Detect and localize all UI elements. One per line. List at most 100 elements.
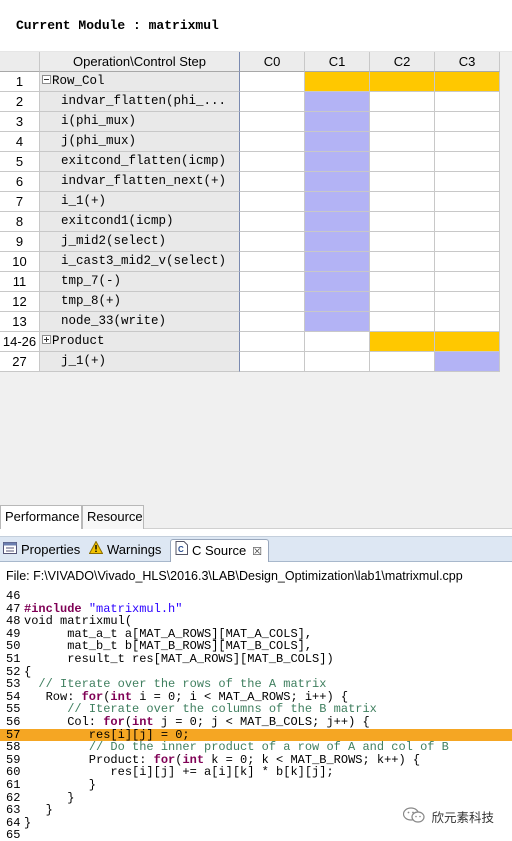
step-cell-c2[interactable] [370,132,435,152]
schedule-row[interactable]: 1 Row_Col [0,72,500,92]
schedule-row[interactable]: 5 exitcond_flatten(icmp) [0,152,500,172]
operation-cell[interactable]: exitcond1(icmp) [40,212,240,232]
step-cell-c2[interactable] [370,112,435,132]
step-cell-c3[interactable] [435,232,500,252]
operation-cell[interactable]: indvar_flatten_next(+) [40,172,240,192]
schedule-row[interactable]: 8 exitcond1(icmp) [0,212,500,232]
code-line[interactable]: 51 result_t res[MAT_A_ROWS][MAT_B_COLS]) [0,653,512,666]
step-cell-c2[interactable] [370,312,435,332]
code-line[interactable]: 48 void matrixmul( [0,615,512,628]
step-cell-c0[interactable] [240,312,305,332]
step-cell-c0[interactable] [240,232,305,252]
step-cell-c2[interactable] [370,252,435,272]
schedule-row[interactable]: 14-26 Product [0,332,500,352]
operation-cell[interactable]: node_33(write) [40,312,240,332]
step-cell-c3[interactable] [435,272,500,292]
step-cell-c1[interactable] [305,312,370,332]
operation-cell[interactable]: i(phi_mux) [40,112,240,132]
step-cell-c3[interactable] [435,132,500,152]
step-cell-c1[interactable] [305,72,370,92]
schedule-row[interactable]: 9 j_mid2(select) [0,232,500,252]
tab-resource[interactable]: Resource [82,505,144,529]
schedule-row[interactable]: 12 tmp_8(+) [0,292,500,312]
step-cell-c0[interactable] [240,192,305,212]
close-icon[interactable]: ☒ [252,546,262,558]
operation-cell[interactable]: exitcond_flatten(icmp) [40,152,240,172]
step-cell-c1[interactable] [305,172,370,192]
step-cell-c2[interactable] [370,72,435,92]
step-cell-c0[interactable] [240,152,305,172]
step-cell-c1[interactable] [305,212,370,232]
operation-cell[interactable]: i_1(+) [40,192,240,212]
code-line[interactable]: 53 // Iterate over the rows of the A mat… [0,678,512,691]
step-cell-c2[interactable] [370,332,435,352]
tab-performance[interactable]: Performance [0,505,82,529]
step-cell-c1[interactable] [305,232,370,252]
step-cell-c3[interactable] [435,112,500,132]
step-cell-c2[interactable] [370,172,435,192]
step-cell-c0[interactable] [240,272,305,292]
operation-cell[interactable]: tmp_8(+) [40,292,240,312]
code-line[interactable]: 62 } [0,791,512,805]
schedule-row[interactable]: 4 j(phi_mux) [0,132,500,152]
step-cell-c3[interactable] [435,192,500,212]
step-cell-c3[interactable] [435,92,500,112]
step-cell-c0[interactable] [240,72,305,92]
step-cell-c0[interactable] [240,212,305,232]
step-cell-c2[interactable] [370,272,435,292]
step-cell-c2[interactable] [370,212,435,232]
schedule-row[interactable]: 6 indvar_flatten_next(+) [0,172,500,192]
schedule-row[interactable]: 10 i_cast3_mid2_v(select) [0,252,500,272]
header-c3[interactable]: C3 [435,52,500,72]
step-cell-c0[interactable] [240,332,305,352]
step-cell-c2[interactable] [370,152,435,172]
step-cell-c2[interactable] [370,92,435,112]
step-cell-c0[interactable] [240,352,305,372]
operation-cell[interactable]: Product [40,332,240,352]
step-cell-c2[interactable] [370,352,435,372]
code-line[interactable]: 58 // Do the inner product of a row of A… [0,741,512,754]
step-cell-c1[interactable] [305,132,370,152]
step-cell-c1[interactable] [305,92,370,112]
collapse-icon[interactable] [42,75,51,85]
step-cell-c3[interactable] [435,312,500,332]
operation-cell[interactable]: Row_Col [40,72,240,92]
operation-cell[interactable]: i_cast3_mid2_v(select) [40,252,240,272]
schedule-row[interactable]: 11 tmp_7(-) [0,272,500,292]
tab-properties[interactable]: Properties [3,539,80,562]
step-cell-c1[interactable] [305,272,370,292]
header-c1[interactable]: C1 [305,52,370,72]
step-cell-c0[interactable] [240,172,305,192]
code-line[interactable]: 56 Col: for(int j = 0; j < MAT_B_COLS; j… [0,716,512,729]
schedule-row[interactable]: 3 i(phi_mux) [0,112,500,132]
step-cell-c2[interactable] [370,192,435,212]
step-cell-c3[interactable] [435,152,500,172]
tab-warnings[interactable]: Warnings [88,539,161,562]
step-cell-c1[interactable] [305,112,370,132]
operation-cell[interactable]: j_1(+) [40,352,240,372]
step-cell-c3[interactable] [435,252,500,272]
step-cell-c0[interactable] [240,132,305,152]
schedule-row[interactable]: 13 node_33(write) [0,312,500,332]
step-cell-c1[interactable] [305,352,370,372]
schedule-row[interactable]: 2 indvar_flatten(phi_... [0,92,500,112]
schedule-row[interactable]: 27 j_1(+) [0,352,500,372]
step-cell-c1[interactable] [305,152,370,172]
header-operation[interactable]: Operation\Control Step [40,52,240,72]
step-cell-c0[interactable] [240,112,305,132]
expand-icon[interactable] [42,335,51,345]
code-line[interactable]: 61 } [0,779,512,792]
step-cell-c0[interactable] [240,252,305,272]
header-c2[interactable]: C2 [370,52,435,72]
step-cell-c2[interactable] [370,292,435,312]
step-cell-c3[interactable] [435,352,500,372]
step-cell-c0[interactable] [240,292,305,312]
operation-cell[interactable]: j_mid2(select) [40,232,240,252]
step-cell-c3[interactable] [435,332,500,352]
step-cell-c0[interactable] [240,92,305,112]
step-cell-c1[interactable] [305,292,370,312]
code-editor[interactable]: 46 47 #include "matrixmul.h" 48 void matrixm… [0,588,512,841]
header-c0[interactable]: C0 [240,52,305,72]
step-cell-c1[interactable] [305,252,370,272]
operation-cell[interactable]: tmp_7(-) [40,272,240,292]
